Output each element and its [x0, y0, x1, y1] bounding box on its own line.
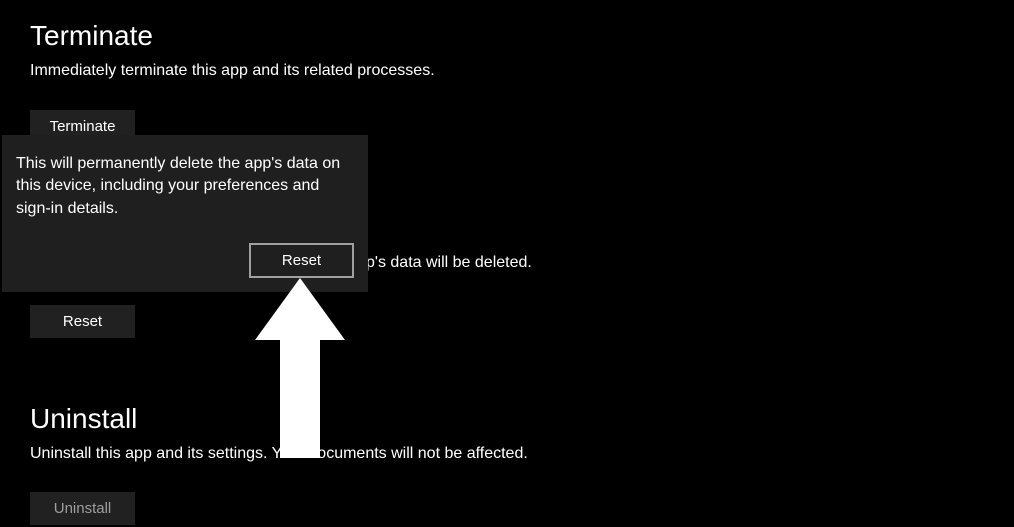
- terminate-section: Terminate Immediately terminate this app…: [30, 20, 435, 96]
- uninstall-button[interactable]: Uninstall: [30, 492, 135, 525]
- terminate-description: Immediately terminate this app and its r…: [30, 62, 435, 80]
- reset-confirm-flyout: This will permanently delete the app's d…: [2, 135, 368, 292]
- reset-confirm-button[interactable]: Reset: [249, 243, 354, 278]
- uninstall-heading: Uninstall: [30, 403, 528, 435]
- uninstall-section: Uninstall Uninstall this app and its set…: [30, 403, 528, 479]
- reset-confirm-message: This will permanently delete the app's d…: [16, 153, 354, 220]
- reset-button[interactable]: Reset: [30, 305, 135, 338]
- reset-description-fragment: p's data will be deleted.: [366, 254, 532, 272]
- terminate-heading: Terminate: [30, 20, 435, 52]
- uninstall-description: Uninstall this app and its settings. You…: [30, 445, 528, 463]
